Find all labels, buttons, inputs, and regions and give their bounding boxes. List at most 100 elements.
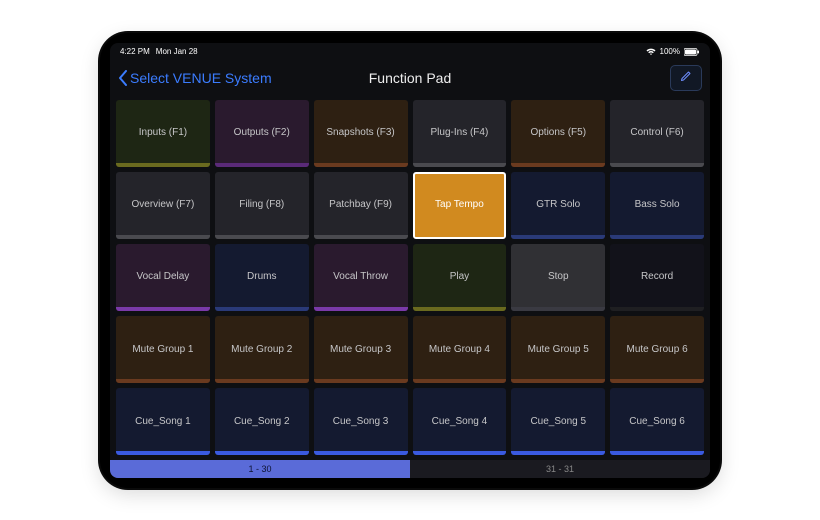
pad-accent [610, 451, 704, 455]
pad-label: Vocal Delay [137, 271, 190, 283]
pad-label: Cue_Song 4 [432, 416, 488, 428]
pad-accent [215, 379, 309, 383]
pad-26[interactable]: Cue_Song 2 [215, 388, 309, 455]
pad-accent [413, 379, 507, 383]
pad-grid: Inputs (F1) Outputs (F2) Snapshots (F3) Plu… [110, 95, 710, 460]
pad-label: Snapshots (F3) [326, 127, 394, 139]
back-button[interactable]: Select VENUE System [118, 70, 272, 86]
screen: 4:22 PM Mon Jan 28 100% Select VENUE Sys… [110, 43, 710, 478]
pad-accent [116, 307, 210, 311]
pad-accent [116, 163, 210, 167]
pad-3[interactable]: Snapshots (F3) [314, 100, 408, 167]
pad-label: Cue_Song 3 [333, 416, 389, 428]
status-time: 4:22 PM [120, 47, 150, 56]
pad-label: Outputs (F2) [234, 127, 290, 139]
chevron-left-icon [118, 70, 128, 86]
pad-28[interactable]: Cue_Song 4 [413, 388, 507, 455]
pad-label: Cue_Song 2 [234, 416, 290, 428]
pad-18[interactable]: Record [610, 244, 704, 311]
pad-25[interactable]: Cue_Song 1 [116, 388, 210, 455]
pad-label: Bass Solo [635, 199, 680, 211]
pad-24[interactable]: Mute Group 6 [610, 316, 704, 383]
pad-6[interactable]: Control (F6) [610, 100, 704, 167]
pad-5[interactable]: Options (F5) [511, 100, 605, 167]
pad-22[interactable]: Mute Group 4 [413, 316, 507, 383]
pad-7[interactable]: Overview (F7) [116, 172, 210, 239]
pad-label: Control (F6) [630, 127, 683, 139]
pad-13[interactable]: Vocal Delay [116, 244, 210, 311]
pad-label: Mute Group 3 [330, 344, 391, 356]
pad-8[interactable]: Filing (F8) [215, 172, 309, 239]
pad-17[interactable]: Stop [511, 244, 605, 311]
pad-30[interactable]: Cue_Song 6 [610, 388, 704, 455]
pad-label: Record [641, 271, 673, 283]
pad-label: Tap Tempo [435, 199, 484, 211]
pad-accent [511, 235, 605, 239]
pad-accent [215, 163, 309, 167]
pad-19[interactable]: Mute Group 1 [116, 316, 210, 383]
pad-accent [415, 233, 505, 237]
pad-23[interactable]: Mute Group 5 [511, 316, 605, 383]
pad-accent [215, 307, 309, 311]
pad-2[interactable]: Outputs (F2) [215, 100, 309, 167]
pad-label: Overview (F7) [132, 199, 195, 211]
pad-label: Mute Group 4 [429, 344, 490, 356]
pad-label: Mute Group 1 [132, 344, 193, 356]
pad-14[interactable]: Drums [215, 244, 309, 311]
pager-page-1[interactable]: 1 - 30 [110, 460, 410, 478]
pad-accent [610, 235, 704, 239]
edit-button[interactable] [670, 65, 702, 91]
pad-21[interactable]: Mute Group 3 [314, 316, 408, 383]
pad-accent [314, 379, 408, 383]
pad-20[interactable]: Mute Group 2 [215, 316, 309, 383]
pad-16[interactable]: Play [413, 244, 507, 311]
pad-11[interactable]: GTR Solo [511, 172, 605, 239]
pencil-icon [680, 69, 692, 87]
pad-label: Plug-Ins (F4) [431, 127, 489, 139]
pad-accent [511, 307, 605, 311]
pad-accent [314, 451, 408, 455]
pad-29[interactable]: Cue_Song 5 [511, 388, 605, 455]
back-label: Select VENUE System [130, 70, 272, 86]
pad-label: Cue_Song 1 [135, 416, 191, 428]
pad-accent [314, 235, 408, 239]
pad-label: Options (F5) [530, 127, 586, 139]
pad-label: Drums [247, 271, 276, 283]
pad-label: Vocal Throw [333, 271, 388, 283]
wifi-icon [646, 48, 656, 56]
pager-page-2[interactable]: 31 - 31 [410, 460, 710, 478]
pad-10[interactable]: Tap Tempo [413, 172, 507, 239]
pad-12[interactable]: Bass Solo [610, 172, 704, 239]
pad-27[interactable]: Cue_Song 3 [314, 388, 408, 455]
pad-label: Filing (F8) [239, 199, 284, 211]
pad-accent [314, 307, 408, 311]
pad-accent [511, 379, 605, 383]
pad-accent [116, 379, 210, 383]
status-bar: 4:22 PM Mon Jan 28 100% [110, 43, 710, 61]
pad-accent [610, 163, 704, 167]
pad-accent [215, 451, 309, 455]
pad-accent [413, 307, 507, 311]
status-date: Mon Jan 28 [156, 47, 198, 56]
pad-label: Mute Group 6 [627, 344, 688, 356]
pad-label: GTR Solo [536, 199, 580, 211]
pad-15[interactable]: Vocal Throw [314, 244, 408, 311]
pad-label: Stop [548, 271, 569, 283]
pad-accent [511, 163, 605, 167]
ipad-frame: 4:22 PM Mon Jan 28 100% Select VENUE Sys… [100, 33, 720, 488]
pad-accent [314, 163, 408, 167]
pad-label: Cue_Song 6 [629, 416, 685, 428]
pager: 1 - 30 31 - 31 [110, 460, 710, 478]
battery-icon [684, 48, 700, 56]
pad-accent [413, 451, 507, 455]
pad-accent [116, 451, 210, 455]
pad-4[interactable]: Plug-Ins (F4) [413, 100, 507, 167]
pad-accent [116, 235, 210, 239]
pad-accent [610, 307, 704, 311]
pad-label: Play [450, 271, 469, 283]
pad-accent [610, 379, 704, 383]
pad-9[interactable]: Patchbay (F9) [314, 172, 408, 239]
pad-1[interactable]: Inputs (F1) [116, 100, 210, 167]
pad-label: Inputs (F1) [139, 127, 187, 139]
pad-label: Mute Group 2 [231, 344, 292, 356]
